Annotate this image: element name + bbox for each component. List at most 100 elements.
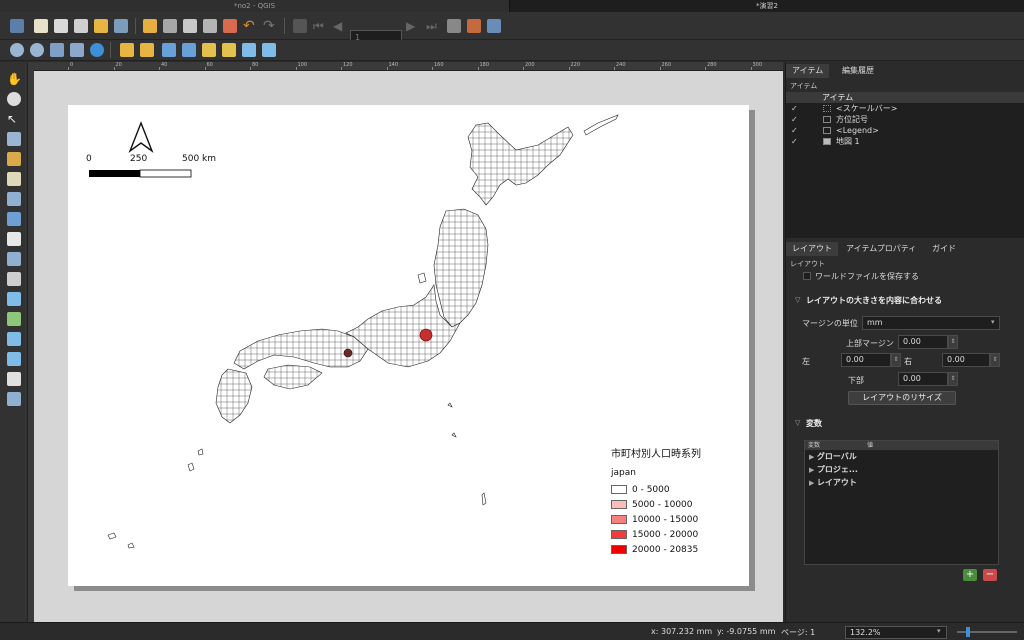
undo-icon[interactable]: ↶ — [243, 19, 257, 33]
zoom-field[interactable]: 132.2% — [845, 626, 947, 639]
north-arrow-icon[interactable] — [128, 121, 154, 153]
atlas-preview-icon[interactable] — [293, 19, 307, 33]
open-template-icon[interactable] — [94, 19, 108, 33]
layout-manager-icon[interactable] — [74, 19, 88, 33]
resize-section-title[interactable]: レイアウトの大きさを内容に合わせる — [806, 295, 942, 306]
add-legend-icon[interactable] — [7, 252, 21, 266]
export-svg-icon[interactable] — [203, 19, 217, 33]
select-icon[interactable]: ↖ — [7, 112, 21, 126]
collapse-icon[interactable]: ▽ — [795, 419, 800, 427]
distribute-icon[interactable] — [242, 43, 256, 57]
table-row[interactable]: ▶ プロジェ... — [805, 463, 998, 476]
add-map-icon[interactable] — [7, 172, 21, 186]
edit-nodes-icon[interactable] — [7, 152, 21, 166]
add-attribute-table-icon[interactable] — [7, 392, 21, 406]
world-file-checkbox[interactable] — [803, 272, 811, 280]
tab-items[interactable]: アイテム — [786, 64, 830, 78]
resize-layout-button[interactable]: レイアウトのリサイズ — [848, 391, 956, 405]
margin-unit-select[interactable]: mm — [862, 316, 1000, 330]
window-tab-left[interactable]: *no2 - QGIS — [0, 0, 510, 12]
zoom-out-icon[interactable] — [30, 43, 44, 57]
add-node-item-icon[interactable] — [7, 352, 21, 366]
align-icon[interactable] — [222, 43, 236, 57]
tab-item-properties[interactable]: アイテムプロパティ — [840, 242, 922, 256]
add-scalebar-icon[interactable] — [7, 272, 21, 286]
legend-class: 5000 - 10000 — [611, 497, 751, 512]
pan-icon[interactable]: ✋ — [7, 72, 22, 86]
print-icon[interactable] — [163, 19, 177, 33]
save-icon[interactable] — [10, 19, 24, 33]
new-layout-icon[interactable] — [34, 19, 48, 33]
list-item[interactable]: ✓ 方位記号 — [786, 114, 1024, 125]
ruler-tick — [386, 67, 388, 70]
chevron-down-icon[interactable]: ▾ — [937, 627, 941, 635]
zoom-actual-icon[interactable] — [70, 43, 84, 57]
items-tree[interactable]: アイテム ✓ <スケールバー> ✓ 方位記号 ✓ <Legend> ✓ 地図 1 — [786, 92, 1024, 238]
bottom-margin-stepper[interactable]: ⇕ — [948, 372, 958, 386]
ruler-label: 0 — [70, 62, 74, 68]
tab-guides[interactable]: ガイド — [926, 242, 962, 256]
main-toolbar: ↶ ↷ ⏮ ◀ 1 ▶ ⏭ — [0, 12, 1024, 45]
legend[interactable]: 市町村別人口時系列 japan 0 - 5000 5000 - 10000 10… — [611, 445, 751, 557]
top-margin-stepper[interactable]: ⇕ — [948, 335, 958, 349]
print-atlas-icon[interactable] — [447, 19, 461, 33]
add-arrow-icon[interactable] — [7, 332, 21, 346]
add-3d-map-icon[interactable] — [7, 192, 21, 206]
zoom-tool-icon[interactable] — [7, 92, 21, 106]
raise-icon[interactable] — [202, 43, 216, 57]
tab-undo-history[interactable]: 編集履歴 — [836, 64, 880, 78]
move-content-icon[interactable] — [7, 132, 21, 146]
ungroup-icon[interactable] — [182, 43, 196, 57]
zoom-in-icon[interactable] — [10, 43, 24, 57]
add-marker-icon[interactable] — [7, 312, 21, 326]
hokkaido-shape — [467, 122, 574, 206]
window-tab-right[interactable]: *演習2 — [510, 0, 1024, 12]
add-shape-icon[interactable] — [7, 292, 21, 306]
list-item[interactable]: ✓ 地図 1 — [786, 136, 1024, 147]
list-item[interactable]: ✓ <スケールバー> — [786, 103, 1024, 114]
export-image-icon[interactable] — [183, 19, 197, 33]
duplicate-layout-icon[interactable] — [54, 19, 68, 33]
save-template-icon[interactable] — [114, 19, 128, 33]
add-pages-icon[interactable] — [143, 19, 157, 33]
atlas-settings-icon[interactable] — [487, 19, 501, 33]
resize-icon[interactable] — [262, 43, 276, 57]
left-margin-field[interactable]: 0.00 — [841, 353, 891, 367]
right-margin-stepper[interactable]: ⇕ — [990, 353, 1000, 367]
world-file-label: ワールドファイルを保存する — [815, 272, 919, 281]
zoom-slider-handle[interactable] — [966, 627, 970, 637]
right-margin-field[interactable]: 0.00 — [942, 353, 990, 367]
layout-page[interactable]: 0 250 500 km 市町村別人口時系列 japan 0 - 5000 50… — [68, 105, 749, 586]
tokyo-high-population-area — [419, 328, 433, 342]
first-feature-icon[interactable]: ⏮ — [313, 19, 327, 33]
export-pdf-icon[interactable] — [223, 19, 237, 33]
last-feature-icon[interactable]: ⏭ — [426, 19, 440, 33]
table-row[interactable]: ▶ レイアウト — [805, 476, 998, 489]
add-label-icon[interactable] — [7, 232, 21, 246]
items-tree-header: アイテム — [786, 92, 1024, 103]
ogasawara-islands-shape — [481, 492, 487, 506]
variables-table[interactable]: 変数 値 ▶ グローバル ▶ プロジェ... ▶ レイアウト — [804, 440, 999, 565]
redo-icon[interactable]: ↷ — [263, 19, 277, 33]
collapse-icon[interactable]: ▽ — [795, 296, 800, 304]
next-feature-icon[interactable]: ▶ — [406, 19, 420, 33]
zoom-full-icon[interactable] — [50, 43, 64, 57]
table-row[interactable]: ▶ グローバル — [805, 450, 998, 463]
left-margin-stepper[interactable]: ⇕ — [891, 353, 901, 367]
lock-items-icon[interactable] — [120, 43, 134, 57]
variables-section-title[interactable]: 変数 — [806, 418, 822, 429]
refresh-icon[interactable] — [90, 43, 104, 57]
add-html-icon[interactable] — [7, 372, 21, 386]
tab-layout[interactable]: レイアウト — [786, 242, 838, 256]
remove-variable-button[interactable]: − — [983, 569, 997, 581]
previous-feature-icon[interactable]: ◀ — [333, 19, 347, 33]
list-item[interactable]: ✓ <Legend> — [786, 125, 1024, 136]
export-atlas-icon[interactable] — [467, 19, 481, 33]
scalebar[interactable] — [89, 169, 192, 178]
bottom-margin-field[interactable]: 0.00 — [898, 372, 948, 386]
top-margin-field[interactable]: 0.00 — [898, 335, 948, 349]
group-icon[interactable] — [162, 43, 176, 57]
add-variable-button[interactable]: + — [963, 569, 977, 581]
unlock-items-icon[interactable] — [140, 43, 154, 57]
add-picture-icon[interactable] — [7, 212, 21, 226]
